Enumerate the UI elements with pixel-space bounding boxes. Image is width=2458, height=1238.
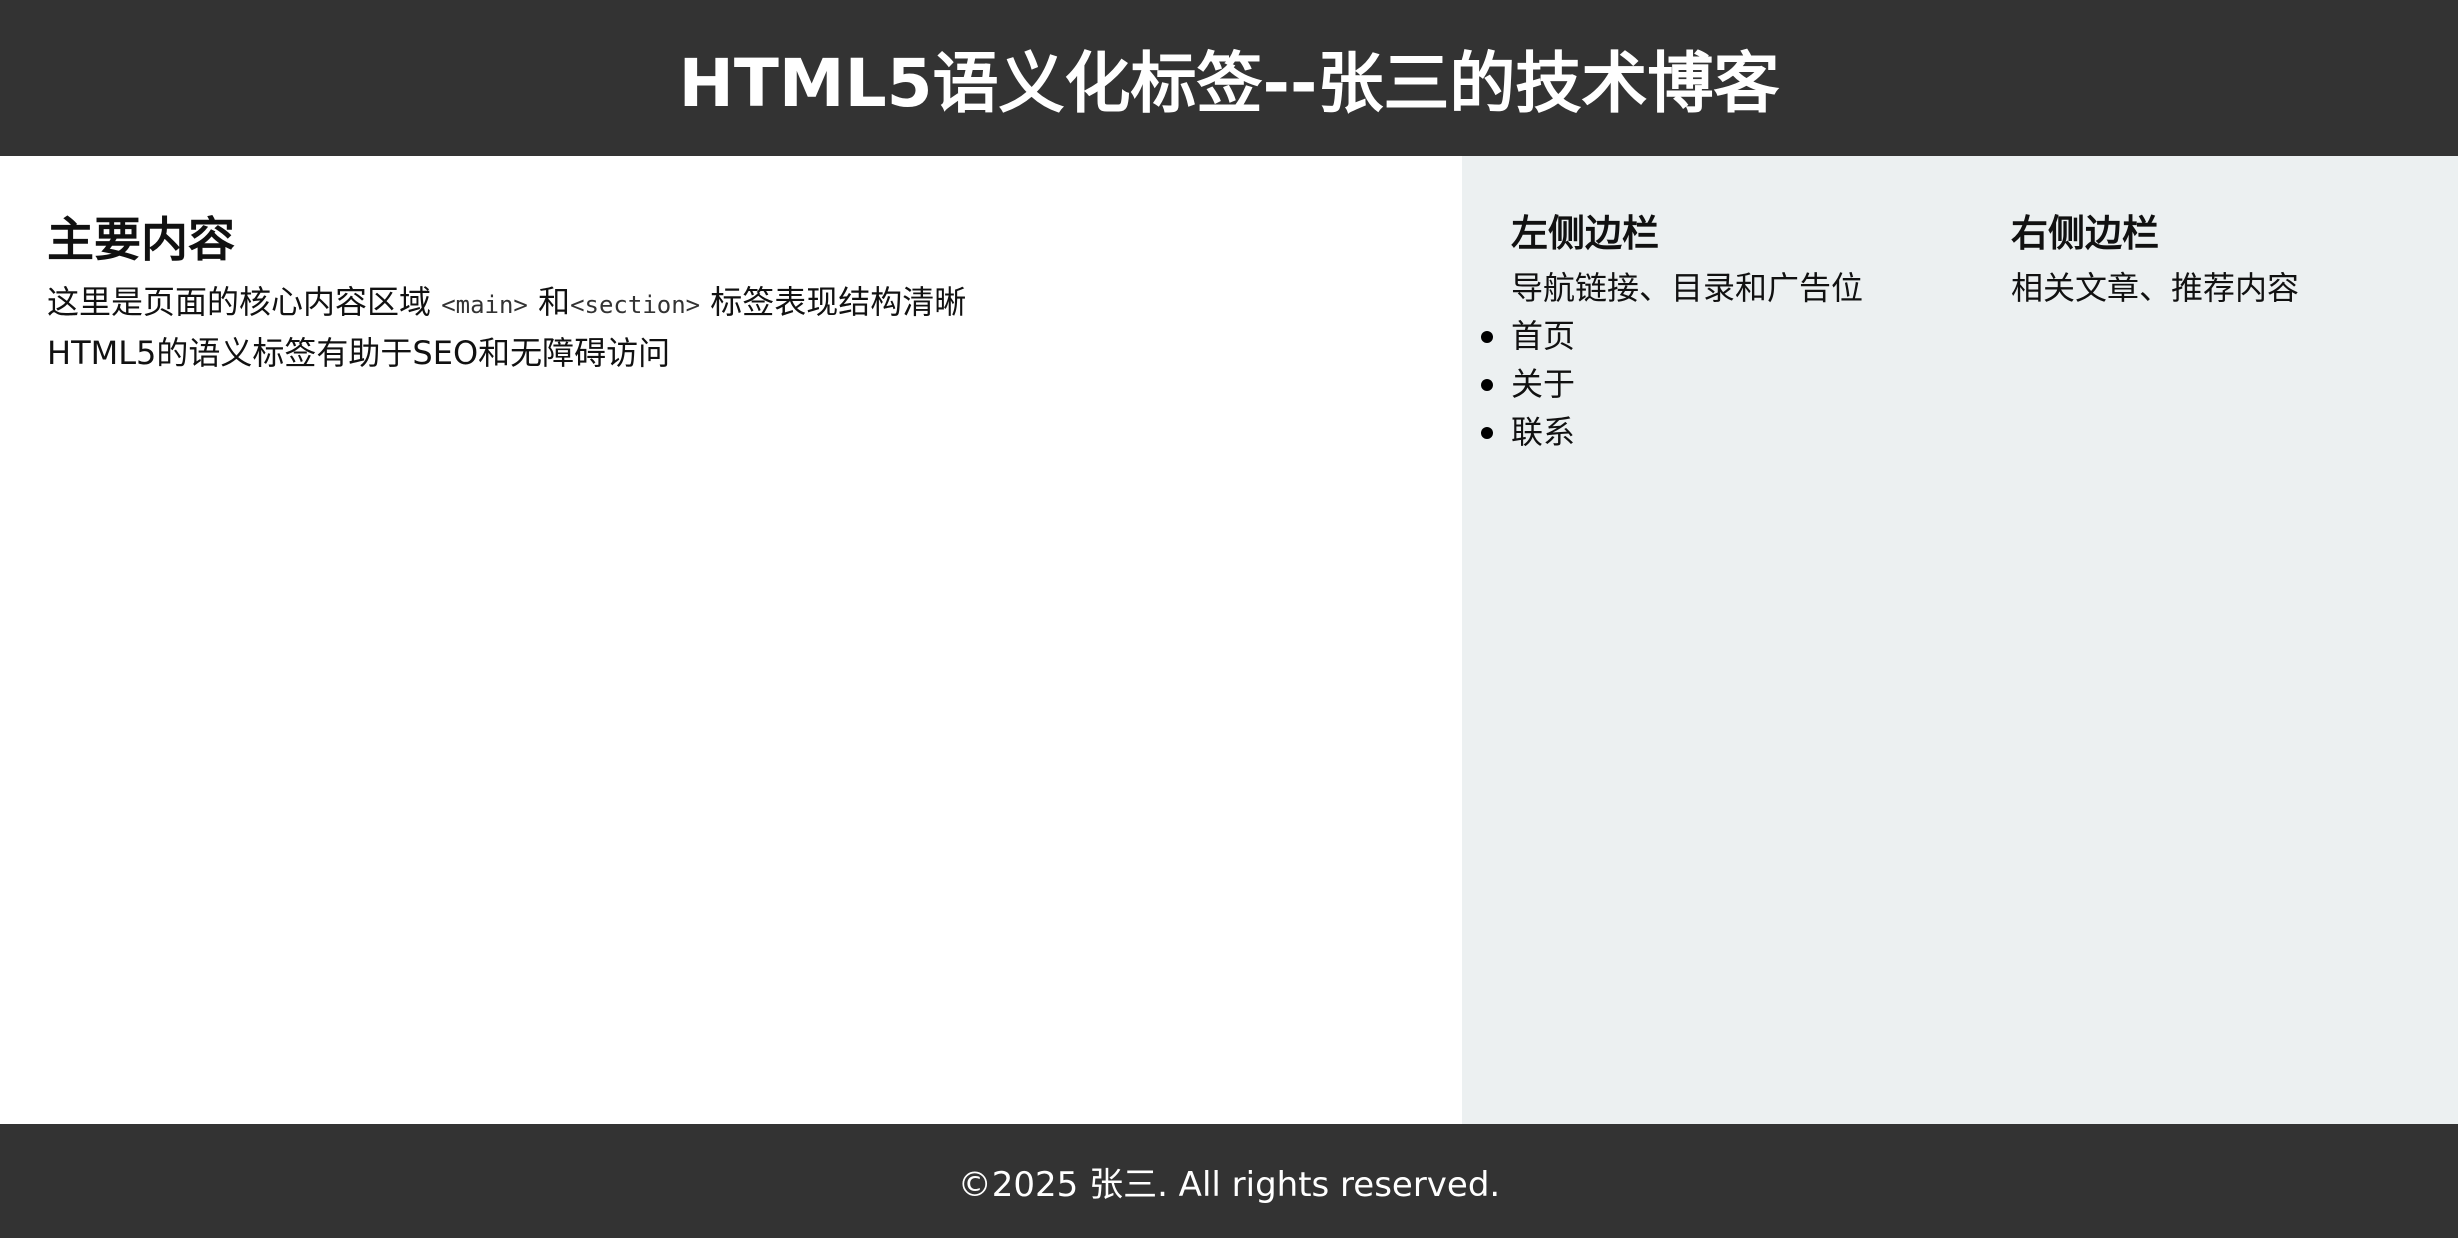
left-sidebar: 左侧边栏 导航链接、目录和广告位 首页 关于 联系 <box>1481 212 2011 1124</box>
nav-item-label[interactable]: 首页 <box>1511 317 1575 355</box>
nav-item-contact[interactable]: 联系 <box>1481 408 2011 456</box>
footer-copyright: ©2025 张三. All rights reserved. <box>957 1164 1501 1205</box>
main-text-pre: 这里是页面的核心内容区域 <box>47 283 442 322</box>
site-header: HTML5语义化标签--张三的技术博客 <box>0 0 2458 156</box>
main-heading: 主要内容 <box>47 213 235 268</box>
sidebars-area: 左侧边栏 导航链接、目录和广告位 首页 关于 联系 右侧边栏 相关文章、推荐内容 <box>1462 156 2458 1124</box>
main-paragraph-2: HTML5的语义标签有助于SEO和无障碍访问 <box>47 334 671 373</box>
content-area: 主要内容 这里是页面的核心内容区域 <main> 和<section> 标签表现… <box>0 156 2458 1124</box>
section-tag-code: <section> <box>570 291 701 320</box>
main-content: 主要内容 这里是页面的核心内容区域 <main> 和<section> 标签表现… <box>0 156 1462 1124</box>
right-sidebar-heading: 右侧边栏 <box>2011 212 2159 255</box>
right-sidebar-text: 相关文章、推荐内容 <box>2011 269 2300 308</box>
bullet-icon <box>1481 379 1493 392</box>
main-tag-code: <main> <box>441 291 528 320</box>
main-text-mid: 和 <box>527 283 571 322</box>
nav-item-about[interactable]: 关于 <box>1481 360 2011 408</box>
page: HTML5语义化标签--张三的技术博客 主要内容 这里是页面的核心内容区域 <m… <box>0 0 2458 1238</box>
main-text-post: 标签表现结构清晰 <box>700 283 967 322</box>
left-sidebar-heading: 左侧边栏 <box>1511 212 1659 255</box>
nav-item-label[interactable]: 关于 <box>1511 365 1575 403</box>
nav-item-label[interactable]: 联系 <box>1511 413 1575 451</box>
left-sidebar-text: 导航链接、目录和广告位 <box>1511 269 1864 308</box>
site-footer: ©2025 张三. All rights reserved. <box>0 1124 2458 1238</box>
bullet-icon <box>1481 427 1493 440</box>
nav-item-home[interactable]: 首页 <box>1481 312 2011 360</box>
bullet-icon <box>1481 331 1493 344</box>
site-title: HTML5语义化标签--张三的技术博客 <box>678 45 1780 122</box>
nav-list: 首页 关于 联系 <box>1481 312 2011 456</box>
right-sidebar: 右侧边栏 相关文章、推荐内容 <box>2011 212 2458 1124</box>
main-paragraph-1: 这里是页面的核心内容区域 <main> 和<section> 标签表现结构清晰 <box>47 278 1415 329</box>
